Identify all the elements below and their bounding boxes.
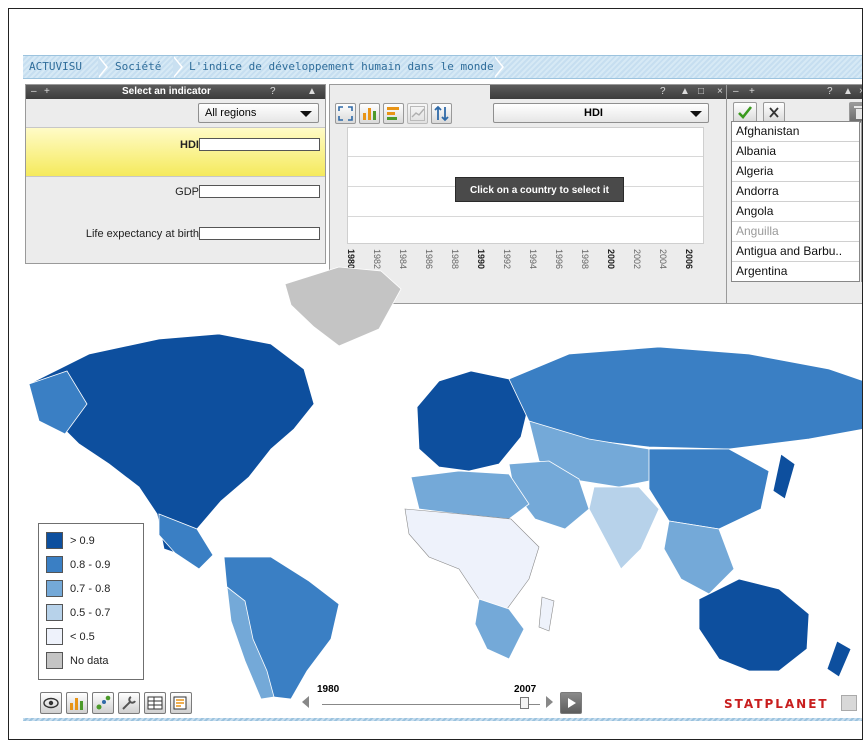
bubble-chart-icon[interactable] [92,692,114,714]
map-legend: > 0.9 0.8 - 0.9 0.7 - 0.8 0.5 - 0.7 < 0.5 No … [38,523,144,680]
legend-swatch [46,580,63,597]
map-region-new-zealand[interactable] [826,640,852,678]
app-window: ACTUVISU Société L'indice de développeme… [8,8,863,740]
timeline-end-year: 2007 [514,684,537,695]
map-region-india[interactable] [588,486,660,570]
legend-swatch [46,652,63,669]
timeline-back-arrow-icon[interactable] [302,696,309,708]
legend-label: < 0.5 [70,631,95,643]
legend-label: 0.7 - 0.8 [70,583,111,595]
statplanet-logo: STATPLANET [724,697,829,711]
legend-swatch [46,532,63,549]
bottom-border-stripe [23,718,862,721]
legend-label: 0.5 - 0.7 [70,607,111,619]
map-region-china[interactable] [648,448,770,530]
map-region-japan[interactable] [772,453,796,500]
legend-swatch [46,556,63,573]
export-icon[interactable] [170,692,192,714]
legend-label: > 0.9 [70,535,95,547]
timeline-track[interactable] [322,704,540,705]
map-region-southern-africa[interactable] [474,598,525,660]
legend-swatch [46,628,63,645]
map-region-sub-saharan-africa[interactable] [404,508,540,610]
eye-icon[interactable] [40,692,62,714]
bar-chart-icon[interactable] [66,692,88,714]
map-region-greenland[interactable] [284,266,402,347]
map-region-southeast-asia[interactable] [663,520,735,595]
play-icon[interactable] [560,692,582,714]
fullscreen-icon[interactable] [841,695,857,711]
legend-swatch [46,604,63,621]
table-icon[interactable] [144,692,166,714]
map-region-australia[interactable] [698,578,810,672]
timeline-forward-arrow-icon[interactable] [546,696,553,708]
legend-label: 0.8 - 0.9 [70,559,111,571]
timeline-start-year: 1980 [317,684,340,695]
settings-wrench-icon[interactable] [118,692,140,714]
timeline-handle[interactable] [520,697,529,709]
map-region-madagascar[interactable] [538,596,555,632]
legend-label: No data [70,655,109,667]
